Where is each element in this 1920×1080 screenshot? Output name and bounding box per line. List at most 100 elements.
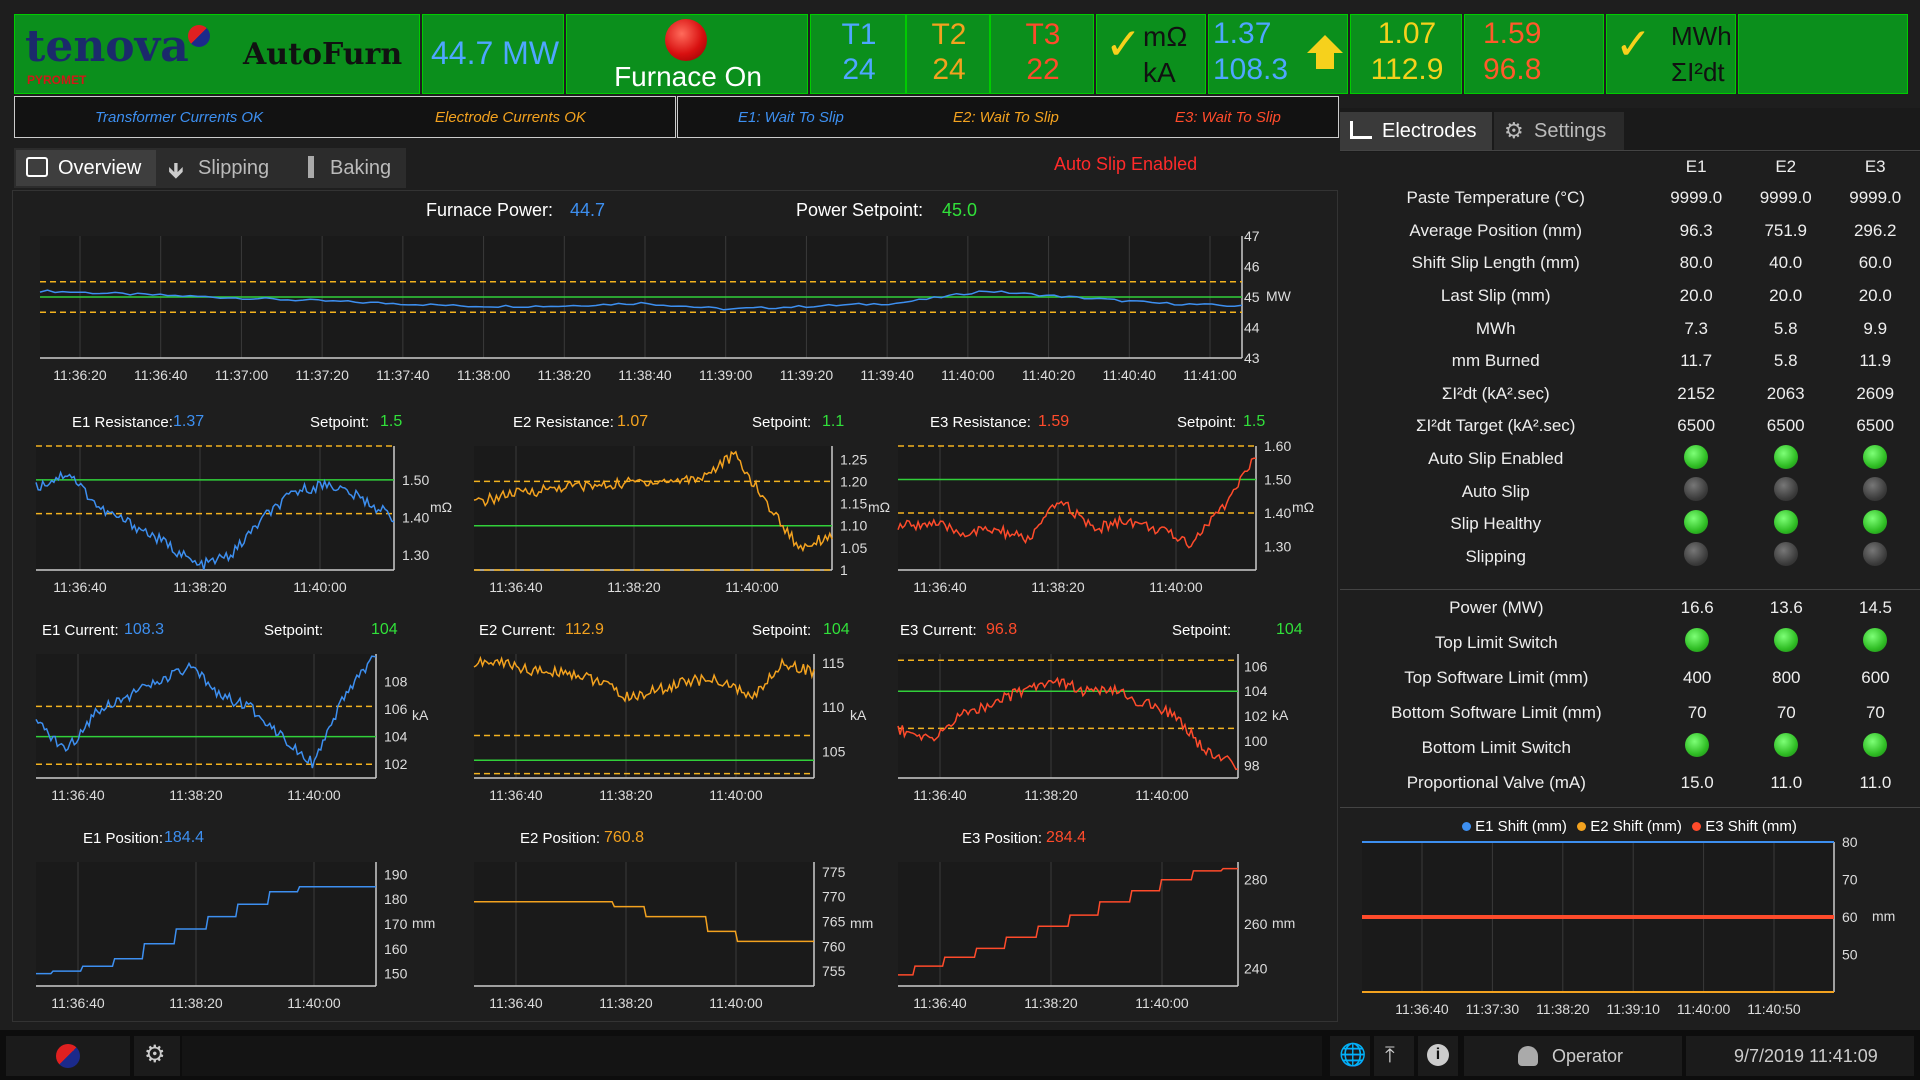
e2-res-label: E2 Resistance: (513, 414, 614, 431)
y-tick-label: 43 (1244, 350, 1260, 366)
value-cell: 2152 (1677, 383, 1716, 403)
y-tick-label: 1.40 (1264, 505, 1291, 521)
y-tick-label: 760 (822, 938, 846, 954)
value-cell: 9999.0 (1849, 188, 1902, 208)
x-tick-label: 11:41:00 (1183, 367, 1237, 383)
user-button[interactable]: Operator (1464, 1036, 1682, 1076)
value-cell: 751.9 (1764, 220, 1807, 240)
right-tabs: Electrodes ⚙ Settings (1340, 108, 1920, 152)
y-tick-label: 260 (1244, 916, 1268, 932)
upload-button[interactable]: ⤒ (1374, 1036, 1414, 1076)
value-cell: 11.9 (1859, 351, 1892, 371)
x-tick-label: 11:36:40 (913, 787, 967, 803)
e3-cur-sp-label: Setpoint: (1172, 622, 1232, 639)
x-tick-label: 11:40:00 (1135, 787, 1189, 803)
tab-electrodes[interactable]: Electrodes (1340, 112, 1492, 150)
chart-plot-area (898, 654, 1238, 778)
e3-cur-sp: 104 (1276, 621, 1303, 638)
x-tick-label: 11:38:20 (607, 579, 661, 595)
value-cell: 11.0 (1859, 772, 1892, 792)
status-cell (1653, 730, 1742, 765)
y-tick-label: 1.05 (840, 540, 867, 556)
e1-pos-label: E1 Position: (83, 830, 164, 847)
table-row: Power (MW) 16.6 13.6 14.5 (1340, 590, 1920, 625)
row-label: Bottom Software Limit (mm) (1390, 702, 1602, 722)
e1-res-sp: 1.5 (380, 413, 403, 430)
x-tick-label: 11:40:00 (941, 367, 995, 383)
table-row: Slipping (1340, 541, 1920, 574)
row-label: Top Limit Switch (1434, 632, 1558, 652)
y-tick-label: 98 (1244, 758, 1260, 774)
table-row: ΣI²dt (kA².sec) 2152 2063 2609 (1340, 378, 1920, 411)
chart-plot-area (36, 446, 394, 570)
indicator-on-icon (1863, 628, 1888, 652)
value-cell: 6500 (1766, 416, 1805, 436)
chart-plot-area (36, 654, 376, 778)
x-tick-label: 11:36:40 (913, 579, 967, 595)
y-tick-label: 1.60 (1264, 438, 1291, 454)
info-icon: i (1427, 1044, 1449, 1066)
value-cell: 800 (1772, 667, 1801, 687)
chart-plot-area (36, 862, 376, 986)
value-cell: 70 (1776, 702, 1796, 722)
status-cell (1651, 541, 1741, 574)
status-cell (1741, 508, 1831, 541)
value-cell: 70 (1865, 702, 1885, 722)
row-label: Power (MW) (1449, 597, 1544, 617)
indicator-on-icon (1684, 444, 1709, 469)
chart-plot-area (474, 654, 814, 778)
e2-res-sp-label: Setpoint: (752, 414, 812, 431)
settings-button[interactable]: ⚙ (134, 1036, 180, 1076)
y-tick-label: 1 (840, 562, 848, 578)
info-button[interactable]: i (1418, 1036, 1458, 1076)
row-label: Auto Slip (1461, 481, 1530, 501)
y-unit-label: mm (850, 915, 873, 931)
value-cell: 296.2 (1853, 220, 1897, 240)
y-unit-label: kA (850, 707, 867, 723)
table-row: Top Limit Switch (1340, 625, 1920, 660)
y-unit-label: mm (1272, 915, 1295, 931)
table-row: Auto Slip (1340, 475, 1920, 508)
indicator-on-icon (1684, 509, 1709, 534)
x-tick-label: 11:40:00 (287, 787, 341, 803)
x-tick-label: 11:36:40 (51, 995, 105, 1011)
table-row: Shift Slip Length (mm) 80.0 40.0 60.0 (1340, 247, 1920, 280)
e1-pos-value: 184.4 (164, 829, 205, 846)
status-cell (1742, 625, 1831, 660)
x-tick-label: 11:37:40 (376, 367, 430, 383)
e2-cur-sp: 104 (823, 621, 850, 638)
status-cell (1830, 443, 1920, 476)
user-icon (1518, 1046, 1538, 1066)
row-label: Auto Slip Enabled (1428, 449, 1564, 469)
row-label: Top Software Limit (mm) (1404, 667, 1589, 687)
x-tick-label: 11:40:00 (709, 995, 763, 1011)
y-tick-label: 1.30 (1264, 539, 1291, 555)
y-tick-label: 1.25 (840, 451, 867, 467)
indicator-on-icon (1774, 628, 1799, 652)
value-cell: 20.0 (1769, 286, 1803, 306)
col-e3: E3 (1864, 157, 1886, 176)
status-cell (1651, 443, 1741, 476)
tab-settings[interactable]: ⚙ Settings (1494, 112, 1624, 150)
table-row: Average Position (mm) 96.3 751.9 296.2 (1340, 215, 1920, 248)
status-cell (1831, 730, 1920, 765)
e3-cur-label: E3 Current: (900, 622, 977, 639)
globe-icon: 🌐 (1339, 1042, 1367, 1067)
home-button[interactable] (6, 1036, 130, 1076)
value-cell: 9999.0 (1759, 188, 1812, 208)
status-cell (1741, 475, 1831, 508)
e1-cur-label: E1 Current: (42, 622, 119, 639)
row-label: mm Burned (1451, 351, 1540, 371)
row-label: Paste Temperature (°C) (1406, 188, 1585, 208)
row-label: Slipping (1465, 546, 1526, 566)
value-cell: 14.5 (1858, 597, 1892, 617)
e3-res-value: 1.59 (1038, 413, 1070, 430)
x-tick-label: 11:38:00 (457, 367, 511, 383)
globe-button[interactable]: 🌐 (1330, 1036, 1370, 1076)
status-cell (1651, 508, 1741, 541)
y-tick-label: 1.20 (840, 473, 867, 489)
value-cell: 80.0 (1679, 253, 1713, 273)
legend-e2: E2 Shift (mm) (1590, 818, 1682, 835)
x-tick-label: 11:40:00 (1149, 579, 1203, 595)
indicator-on-icon (1863, 509, 1888, 534)
